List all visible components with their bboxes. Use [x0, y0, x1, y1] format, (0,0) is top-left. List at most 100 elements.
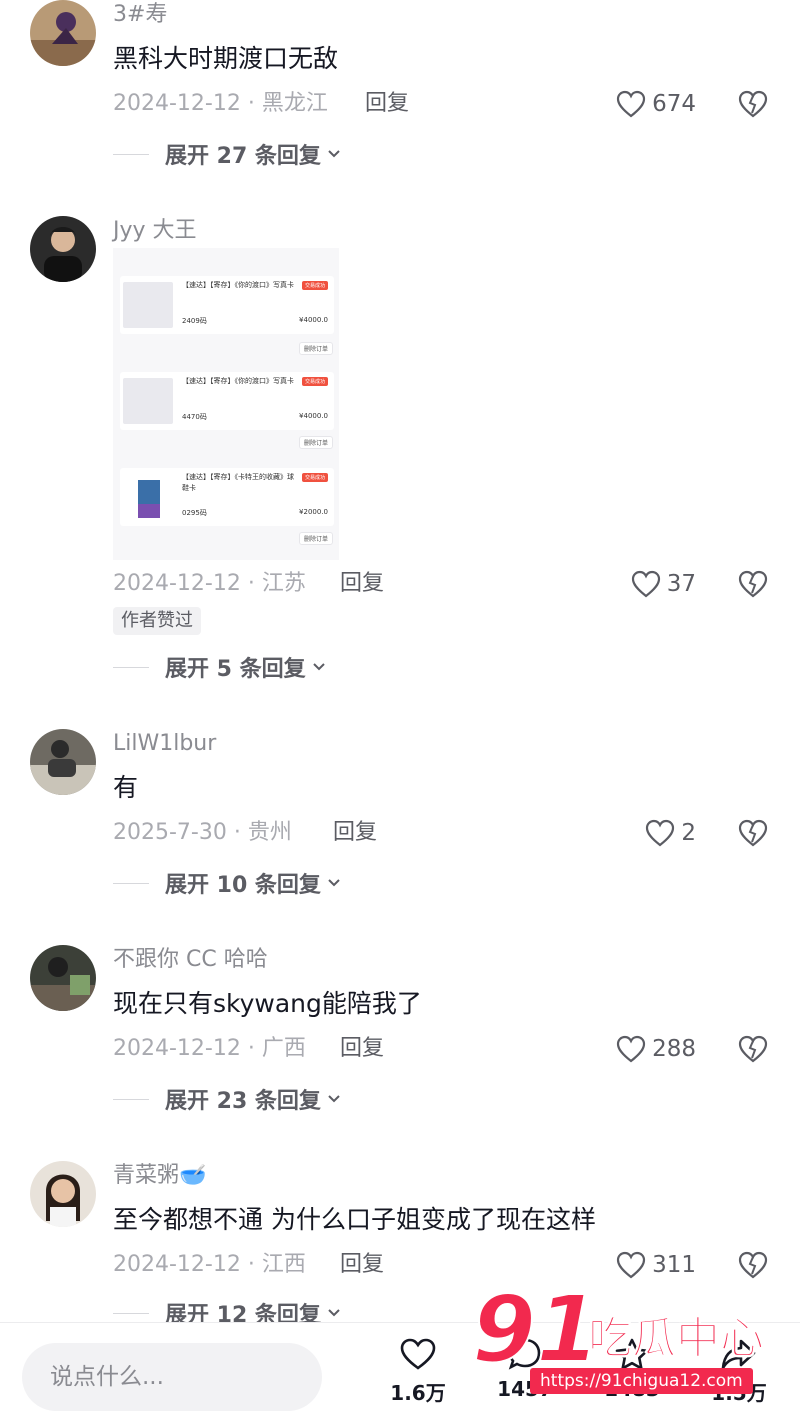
heart-icon [646, 819, 675, 847]
broken-heart-icon [738, 570, 768, 598]
dislike-button[interactable] [737, 569, 769, 599]
heart-icon [631, 570, 660, 598]
delete-order-button: 删除订单 [298, 436, 333, 449]
like-count: 674 [652, 91, 696, 117]
avatar[interactable] [30, 216, 96, 282]
order-status-tag: 交易成功 [301, 473, 328, 482]
comment-text: 有 [113, 773, 139, 802]
like-button[interactable]: 674 [616, 89, 696, 119]
like-button[interactable]: 2 [645, 818, 696, 848]
username[interactable]: 青菜粥🥣 [113, 1161, 206, 1191]
expand-replies-button[interactable]: 展开 10 条回复 [113, 868, 341, 898]
comment-meta: 2024-12-12 · 广西 [113, 1036, 306, 1061]
bottom-bar: 说点什么... 1.6万 1457 1483 1.5万 [0, 1322, 800, 1412]
avatar[interactable] [30, 1161, 96, 1227]
order-title: 【速达】【寄存】《你的渡口》写真卡 [182, 281, 294, 289]
dislike-button[interactable] [737, 1034, 769, 1064]
username[interactable]: LilW1lbur [113, 729, 216, 759]
reply-button[interactable]: 回复 [340, 1250, 384, 1280]
dislike-button[interactable] [737, 818, 769, 848]
favorite-button[interactable]: 1483 [597, 1337, 667, 1401]
dislike-button[interactable] [737, 89, 769, 119]
divider-line [113, 1098, 149, 1100]
comment-input[interactable]: 说点什么... [22, 1343, 322, 1411]
heart-icon [400, 1338, 436, 1370]
chevron-down-icon [328, 1309, 340, 1317]
broken-heart-icon [738, 1251, 768, 1279]
star-icon [615, 1338, 649, 1370]
heart-icon [616, 1035, 646, 1063]
comment-meta: 2024-12-12 · 江西 [113, 1252, 306, 1277]
broken-heart-icon [738, 90, 768, 118]
expand-replies-button[interactable]: 展开 27 条回复 [113, 139, 341, 169]
product-thumbnail [123, 474, 173, 520]
like-count: 2 [681, 820, 696, 846]
divider-line [113, 153, 149, 155]
comment-meta: 2024-12-12 · 江苏 [113, 571, 306, 596]
order-price: ¥4000.0 [299, 316, 328, 324]
chevron-down-icon [328, 150, 340, 158]
order-code: 4470码 [182, 413, 207, 421]
author-liked-badge: 作者赞过 [113, 607, 201, 635]
username[interactable]: 不跟你 CC 哈哈 [113, 945, 268, 975]
order-card: 【速达】【寄存】《你的渡口》写真卡 交易成功 4470码 ¥4000.0 [120, 372, 334, 430]
username[interactable]: Jyy 大王 [113, 216, 197, 246]
reply-button[interactable]: 回复 [365, 89, 409, 119]
expand-replies-button[interactable]: 展开 23 条回复 [113, 1084, 341, 1114]
order-code: 0295码 [182, 509, 207, 517]
like-button[interactable]: 37 [631, 569, 696, 599]
order-status-tag: 交易成功 [301, 281, 328, 290]
order-card: 【速达】【寄存】《你的渡口》写真卡 交易成功 2409码 ¥4000.0 [120, 276, 334, 334]
delete-order-button: 删除订单 [298, 532, 333, 545]
order-price: ¥4000.0 [299, 412, 328, 420]
avatar[interactable] [30, 0, 96, 66]
comment-text: 黑科大时期渡口无敌 [113, 44, 339, 73]
reply-button[interactable]: 回复 [340, 1034, 384, 1064]
like-count: 311 [652, 1252, 696, 1278]
comment-button[interactable]: 1457 [490, 1337, 560, 1401]
like-video-button[interactable]: 1.6万 [383, 1337, 453, 1406]
order-card: 【速达】【寄存】《卡特王的收藏》球鞋卡 交易成功 0295码 ¥2000.0 [120, 468, 334, 526]
comment-text: 现在只有skywang能陪我了 [113, 989, 422, 1018]
expand-label: 展开 23 条回复 [165, 1089, 321, 1114]
comment-image[interactable]: 【速达】【寄存】《你的渡口》写真卡 交易成功 2409码 ¥4000.0 删除订… [113, 248, 339, 560]
divider-line [113, 666, 149, 668]
like-count: 288 [652, 1036, 696, 1062]
reply-button[interactable]: 回复 [333, 818, 377, 848]
product-thumbnail [123, 378, 173, 424]
favorite-count: 1483 [604, 1377, 660, 1401]
reply-button[interactable]: 回复 [340, 569, 384, 599]
dislike-button[interactable] [737, 1250, 769, 1280]
heart-icon [616, 1251, 646, 1279]
comment-count: 1457 [497, 1377, 553, 1401]
comment-icon [508, 1338, 541, 1370]
expand-label: 展开 10 条回复 [165, 873, 321, 898]
order-code: 2409码 [182, 317, 207, 325]
order-title: 【速达】【寄存】《卡特王的收藏》球鞋卡 [182, 473, 294, 492]
divider-line [113, 1312, 149, 1314]
heart-icon [616, 90, 646, 118]
share-count: 1.5万 [711, 1381, 767, 1405]
expand-label: 展开 27 条回复 [165, 144, 321, 169]
avatar[interactable] [30, 945, 96, 1011]
chevron-down-icon [328, 1095, 340, 1103]
like-count: 1.6万 [390, 1381, 446, 1405]
expand-label: 展开 5 条回复 [165, 657, 306, 682]
order-title: 【速达】【寄存】《你的渡口》写真卡 [182, 377, 294, 385]
share-button[interactable]: 1.5万 [704, 1337, 774, 1406]
expand-replies-button[interactable]: 展开 5 条回复 [113, 652, 326, 682]
delete-order-button: 删除订单 [298, 342, 333, 355]
chevron-down-icon [312, 663, 325, 671]
like-count: 37 [666, 571, 696, 597]
username[interactable]: 3#寿 [113, 0, 167, 30]
comment-meta: 2025-7-30 · 贵州 [113, 820, 292, 845]
chevron-down-icon [328, 879, 340, 887]
broken-heart-icon [738, 819, 768, 847]
like-button[interactable]: 311 [616, 1250, 696, 1280]
order-status-tag: 交易成功 [301, 377, 328, 386]
comment-text: 至今都想不通 为什么口子姐变成了现在这样 [113, 1205, 596, 1234]
divider-line [113, 882, 149, 884]
avatar[interactable] [30, 729, 96, 795]
product-thumbnail [123, 282, 173, 328]
like-button[interactable]: 288 [616, 1034, 696, 1064]
